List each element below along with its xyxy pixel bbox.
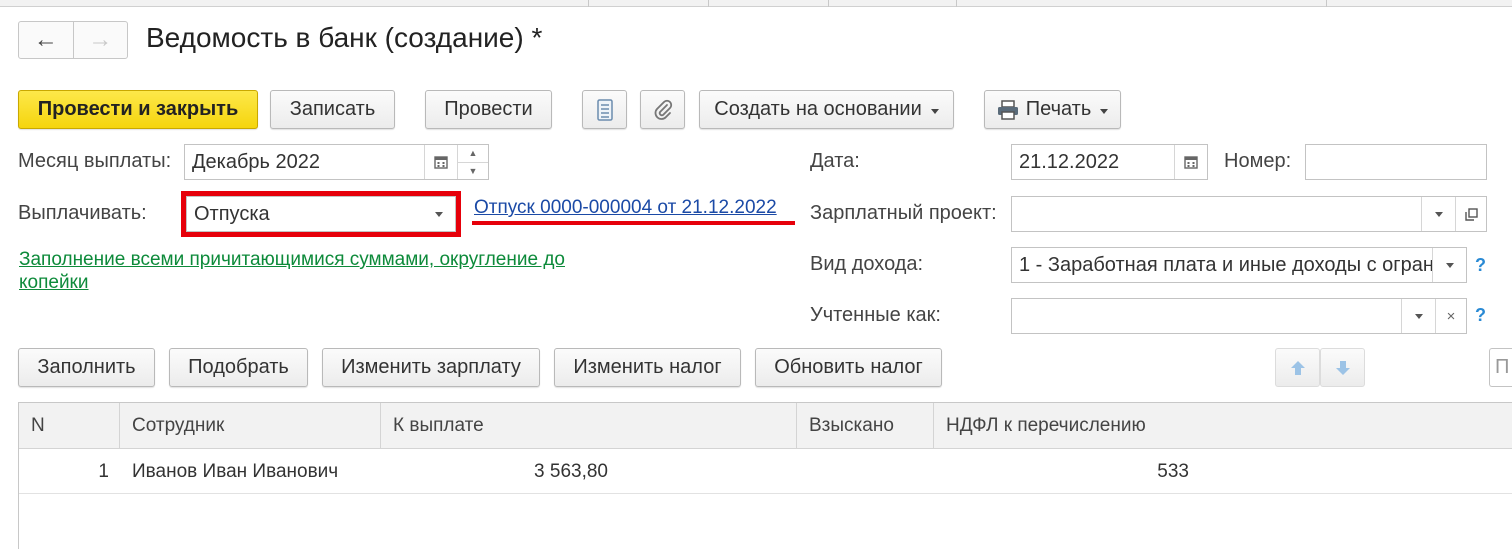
date-calendar-button[interactable] [1174,145,1207,179]
tab-divider [956,0,957,7]
chevron-down-icon [1434,211,1443,217]
number-field[interactable] [1305,144,1487,180]
chevron-down-icon [1414,313,1423,319]
vacation-document-link[interactable]: Отпуск 0000-000004 от 21.12.2022 [474,197,777,219]
number-label: Номер: [1224,150,1292,172]
month-label: Месяц выплаты: [18,150,172,172]
save-button[interactable]: Записать [270,90,395,129]
chevron-down-icon [1445,262,1454,268]
month-spinner[interactable]: ▲ ▼ [457,145,488,179]
help-icon[interactable]: ? [1475,305,1486,326]
move-up-button[interactable] [1275,348,1320,387]
counted-as-value[interactable] [1012,299,1401,333]
arrow-right-icon: → [88,26,113,53]
employee-cell: Иванов Иван Иванович [132,461,339,482]
tab-divider [828,0,829,7]
counted-as-select[interactable]: × [1011,298,1467,334]
ndfl-cell: 533 [1157,461,1189,482]
pay-label: Выплачивать: [18,202,147,224]
chevron-down-icon [930,108,939,114]
counted-dropdown[interactable] [1401,299,1435,333]
calendar-icon [434,156,448,169]
row-number: 1 [98,461,109,482]
search-placeholder: П [1495,356,1510,378]
search-input[interactable]: П [1489,348,1512,387]
employees-table: N Сотрудник К выплате Взыскано НДФЛ к пе… [18,402,1512,549]
income-dropdown[interactable] [1432,248,1466,282]
column-header-ndfl[interactable]: НДФЛ к перечислению [934,403,1334,449]
date-value[interactable]: 21.12.2022 [1012,145,1174,179]
report-button[interactable] [582,90,627,129]
print-button[interactable]: Печать [984,90,1121,129]
window-tab-strip [0,0,1512,7]
number-value[interactable] [1306,145,1486,179]
to-pay-cell: 3 563,80 [534,461,608,482]
month-value[interactable]: Декабрь 2022 [185,145,424,179]
pay-type-value[interactable]: Отпуска [187,197,422,231]
navigation-buttons: ← → [18,21,128,59]
withheld-cell [797,450,933,494]
create-based-on-label: Создать на основании [714,98,922,120]
back-button[interactable]: ← [19,22,74,58]
income-type-select[interactable]: 1 - Заработная плата и иные доходы с огр… [1011,247,1467,283]
column-header-employee[interactable]: Сотрудник [120,403,380,449]
month-field[interactable]: Декабрь 2022 ▲ ▼ [184,144,489,180]
printer-icon [997,99,1018,120]
chevron-down-icon [434,211,443,217]
project-dropdown[interactable] [1421,197,1455,231]
create-based-on-button[interactable]: Создать на основании [699,90,954,129]
arrow-up-icon [1290,360,1305,375]
forward-button[interactable]: → [74,22,128,58]
calendar-button[interactable] [424,145,457,179]
fill-settings-link[interactable]: Заполнение всеми причитающимися суммами,… [19,248,609,294]
arrow-left-icon: ← [33,26,58,53]
tab-divider [588,0,589,7]
update-tax-button[interactable]: Обновить налог [755,348,942,387]
project-value[interactable] [1012,197,1421,231]
project-label: Зарплатный проект: [810,202,997,224]
date-field[interactable]: 21.12.2022 [1011,144,1208,180]
spin-down-icon[interactable]: ▼ [458,163,488,180]
arrow-down-icon [1335,360,1350,375]
report-list-icon [596,98,613,121]
attach-button[interactable] [640,90,685,129]
change-salary-button[interactable]: Изменить зарплату [322,348,540,387]
income-type-value[interactable]: 1 - Заработная плата и иные доходы с огр… [1012,248,1432,282]
table-row[interactable]: 1 Иванов Иван Иванович 3 563,80 533 [19,450,1512,494]
change-tax-button[interactable]: Изменить налог [554,348,741,387]
table-header: N Сотрудник К выплате Взыскано НДФЛ к пе… [19,403,1512,449]
tab-divider [708,0,709,7]
post-button[interactable]: Провести [425,90,552,129]
help-icon[interactable]: ? [1475,255,1486,276]
page-title: Ведомость в банк (создание) * [146,22,543,53]
project-open-button[interactable] [1455,197,1486,231]
highlight-underline [472,221,795,225]
post-and-close-button[interactable]: Провести и закрыть [18,90,258,129]
clear-icon[interactable]: × [1435,299,1466,333]
date-label: Дата: [810,150,860,172]
print-label: Печать [1025,98,1092,120]
pay-type-select[interactable]: Отпуска [186,196,456,232]
move-down-button[interactable] [1320,348,1365,387]
open-window-icon [1464,207,1478,221]
pick-button[interactable]: Подобрать [169,348,308,387]
paperclip-icon [654,99,672,120]
column-header-withheld[interactable]: Взыскано [797,403,933,449]
income-label: Вид дохода: [810,253,924,275]
spin-up-icon[interactable]: ▲ [458,145,488,163]
pay-type-dropdown[interactable] [422,197,455,231]
fill-button[interactable]: Заполнить [18,348,155,387]
chevron-down-icon [1100,108,1109,114]
counted-label: Учтенные как: [810,304,941,326]
project-select[interactable] [1011,196,1487,232]
column-header-to-pay[interactable]: К выплате [381,403,796,449]
column-header-n[interactable]: N [19,403,119,449]
tab-divider [1326,0,1327,7]
calendar-icon [1184,156,1198,169]
